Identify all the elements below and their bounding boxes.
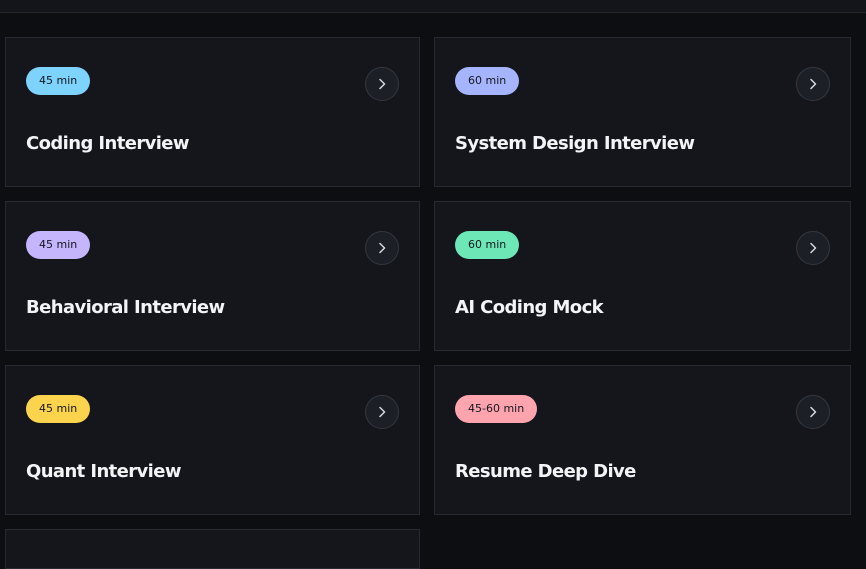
card-title: Quant Interview xyxy=(26,461,181,482)
duration-badge: 60 min xyxy=(455,67,520,95)
open-card-button[interactable] xyxy=(365,231,399,265)
chevron-right-icon xyxy=(379,406,386,418)
duration-badge: 45 min xyxy=(26,395,91,423)
duration-badge: 45 min xyxy=(26,231,91,259)
interview-card-behavioral[interactable]: 45 min Behavioral Interview xyxy=(5,201,420,351)
interview-card-quant[interactable]: 45 min Quant Interview xyxy=(5,365,420,515)
chevron-right-icon xyxy=(379,242,386,254)
card-title: Behavioral Interview xyxy=(26,297,225,318)
interview-card-resume-deep-dive[interactable]: 45-60 min Resume Deep Dive xyxy=(434,365,851,515)
interview-card-ai-coding-mock[interactable]: 60 min AI Coding Mock xyxy=(434,201,851,351)
open-card-button[interactable] xyxy=(796,67,830,101)
interview-card-system-design[interactable]: 60 min System Design Interview xyxy=(434,37,851,187)
card-title: AI Coding Mock xyxy=(455,297,604,318)
chevron-right-icon xyxy=(810,242,817,254)
top-bar xyxy=(0,0,866,13)
duration-badge: 45 min xyxy=(26,67,91,95)
chevron-right-icon xyxy=(379,78,386,90)
card-title: Coding Interview xyxy=(26,133,190,154)
open-card-button[interactable] xyxy=(796,231,830,265)
open-card-button[interactable] xyxy=(796,395,830,429)
duration-badge: 45-60 min xyxy=(455,395,538,423)
interview-card-partial[interactable] xyxy=(5,529,420,569)
chevron-right-icon xyxy=(810,78,817,90)
interview-card-coding[interactable]: 45 min Coding Interview xyxy=(5,37,420,187)
chevron-right-icon xyxy=(810,406,817,418)
open-card-button[interactable] xyxy=(365,67,399,101)
duration-badge: 60 min xyxy=(455,231,520,259)
open-card-button[interactable] xyxy=(365,395,399,429)
card-title: Resume Deep Dive xyxy=(455,461,636,482)
card-title: System Design Interview xyxy=(455,133,695,154)
